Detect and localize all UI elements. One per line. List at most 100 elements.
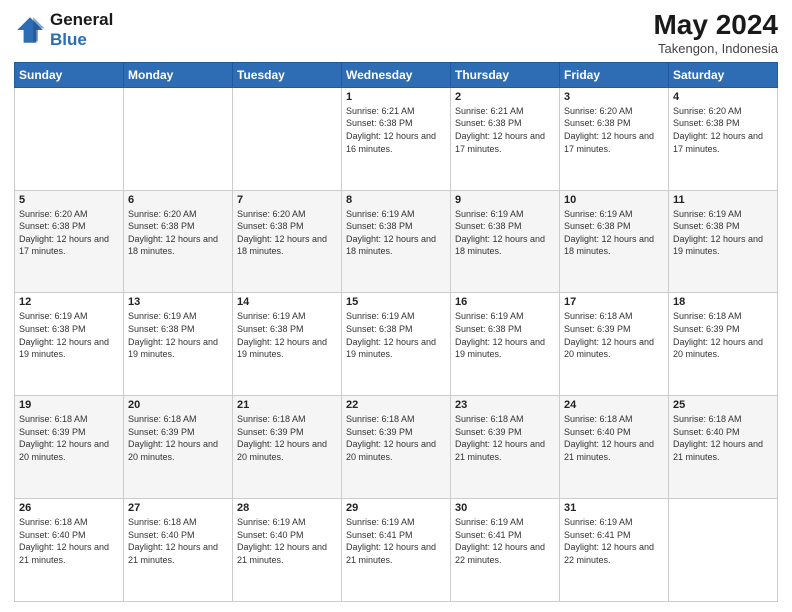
calendar-cell (124, 87, 233, 190)
calendar-week-row: 26 Sunrise: 6:18 AM Sunset: 6:40 PM Dayli… (15, 499, 778, 602)
day-info: Sunrise: 6:19 AM Sunset: 6:41 PM Dayligh… (346, 516, 446, 566)
day-number: 26 (19, 502, 119, 514)
calendar-cell: 13 Sunrise: 6:19 AM Sunset: 6:38 PM Dayli… (124, 293, 233, 396)
day-number: 12 (19, 296, 119, 308)
calendar-cell: 20 Sunrise: 6:18 AM Sunset: 6:39 PM Dayli… (124, 396, 233, 499)
day-number: 24 (564, 399, 664, 411)
col-tuesday: Tuesday (233, 62, 342, 87)
calendar-cell: 16Sunrise: 6:19 AM Sunset: 6:38 PM Dayli… (451, 293, 560, 396)
day-info: Sunrise: 6:19 AM Sunset: 6:41 PM Dayligh… (455, 516, 555, 566)
col-saturday: Saturday (669, 62, 778, 87)
day-info: Sunrise: 6:19 AM Sunset: 6:38 PM Dayligh… (564, 208, 664, 258)
day-info: Sunrise: 6:20 AM Sunset: 6:38 PM Dayligh… (128, 208, 228, 258)
calendar-header-row: Sunday Monday Tuesday Wednesday Thursday… (15, 62, 778, 87)
day-info: Sunrise: 6:19 AM Sunset: 6:40 PM Dayligh… (237, 516, 337, 566)
day-number: 25 (673, 399, 773, 411)
calendar-cell: 6 Sunrise: 6:20 AM Sunset: 6:38 PM Daylig… (124, 190, 233, 293)
page: General Blue May 2024 Takengon, Indonesi… (0, 0, 792, 612)
day-info: Sunrise: 6:18 AM Sunset: 6:39 PM Dayligh… (346, 413, 446, 463)
calendar-cell (669, 499, 778, 602)
calendar-cell: 3 Sunrise: 6:20 AM Sunset: 6:38 PM Daylig… (560, 87, 669, 190)
day-number: 8 (346, 194, 446, 206)
day-info: Sunrise: 6:18 AM Sunset: 6:39 PM Dayligh… (673, 310, 773, 360)
calendar-cell: 19Sunrise: 6:18 AM Sunset: 6:39 PM Dayli… (15, 396, 124, 499)
day-info: Sunrise: 6:18 AM Sunset: 6:39 PM Dayligh… (128, 413, 228, 463)
day-number: 17 (564, 296, 664, 308)
col-thursday: Thursday (451, 62, 560, 87)
day-info: Sunrise: 6:21 AM Sunset: 6:38 PM Dayligh… (346, 105, 446, 155)
calendar-cell: 23Sunrise: 6:18 AM Sunset: 6:39 PM Dayli… (451, 396, 560, 499)
day-info: Sunrise: 6:19 AM Sunset: 6:38 PM Dayligh… (673, 208, 773, 258)
day-number: 19 (19, 399, 119, 411)
calendar-week-row: 12 Sunrise: 6:19 AM Sunset: 6:38 PM Dayli… (15, 293, 778, 396)
calendar-cell: 30 Sunrise: 6:19 AM Sunset: 6:41 PM Dayli… (451, 499, 560, 602)
day-number: 7 (237, 194, 337, 206)
calendar-cell: 17 Sunrise: 6:18 AM Sunset: 6:39 PM Dayli… (560, 293, 669, 396)
day-info: Sunrise: 6:19 AM Sunset: 6:38 PM Dayligh… (455, 208, 555, 258)
day-number: 13 (128, 296, 228, 308)
calendar-week-row: 19 Sunrise: 6:18 AM Sunset: 6:39 PM Dayli… (15, 396, 778, 499)
day-info: Sunrise: 6:20 AM Sunset: 6:38 PM Dayligh… (19, 208, 119, 258)
calendar-cell: 25 Sunrise: 6:18 AM Sunset: 6:40 PM Dayli… (669, 396, 778, 499)
col-wednesday: Wednesday (342, 62, 451, 87)
calendar-cell: 9Sunrise: 6:19 AM Sunset: 6:38 PM Daylig… (451, 190, 560, 293)
day-info: Sunrise: 6:19 AM Sunset: 6:38 PM Dayligh… (346, 310, 446, 360)
day-number: 31 (564, 502, 664, 514)
col-sunday: Sunday (15, 62, 124, 87)
day-info: Sunrise: 6:18 AM Sunset: 6:40 PM Dayligh… (564, 413, 664, 463)
day-number: 10 (564, 194, 664, 206)
day-info: Sunrise: 6:18 AM Sunset: 6:39 PM Dayligh… (564, 310, 664, 360)
day-info: Sunrise: 6:18 AM Sunset: 6:40 PM Dayligh… (673, 413, 773, 463)
day-number: 14 (237, 296, 337, 308)
day-info: Sunrise: 6:18 AM Sunset: 6:40 PM Dayligh… (19, 516, 119, 566)
calendar-cell: 18 Sunrise: 6:18 AM Sunset: 6:39 PM Dayli… (669, 293, 778, 396)
day-number: 28 (237, 502, 337, 514)
month-title: May 2024 (653, 10, 778, 41)
calendar-cell: 31 Sunrise: 6:19 AM Sunset: 6:41 PM Dayli… (560, 499, 669, 602)
calendar-cell (233, 87, 342, 190)
day-number: 11 (673, 194, 773, 206)
day-info: Sunrise: 6:19 AM Sunset: 6:41 PM Dayligh… (564, 516, 664, 566)
calendar-cell: 29Sunrise: 6:19 AM Sunset: 6:41 PM Dayli… (342, 499, 451, 602)
col-friday: Friday (560, 62, 669, 87)
day-info: Sunrise: 6:20 AM Sunset: 6:38 PM Dayligh… (673, 105, 773, 155)
day-number: 22 (346, 399, 446, 411)
day-info: Sunrise: 6:20 AM Sunset: 6:38 PM Dayligh… (237, 208, 337, 258)
calendar-cell: 10 Sunrise: 6:19 AM Sunset: 6:38 PM Dayli… (560, 190, 669, 293)
header-right: May 2024 Takengon, Indonesia (653, 10, 778, 56)
day-number: 15 (346, 296, 446, 308)
day-info: Sunrise: 6:19 AM Sunset: 6:38 PM Dayligh… (237, 310, 337, 360)
calendar-cell: 8 Sunrise: 6:19 AM Sunset: 6:38 PM Daylig… (342, 190, 451, 293)
day-number: 1 (346, 91, 446, 103)
calendar-cell: 24 Sunrise: 6:18 AM Sunset: 6:40 PM Dayli… (560, 396, 669, 499)
day-number: 23 (455, 399, 555, 411)
calendar-cell: 2 Sunrise: 6:21 AM Sunset: 6:38 PM Daylig… (451, 87, 560, 190)
day-number: 3 (564, 91, 664, 103)
location: Takengon, Indonesia (653, 41, 778, 56)
calendar-week-row: 1 Sunrise: 6:21 AM Sunset: 6:38 PM Daylig… (15, 87, 778, 190)
logo: General Blue (14, 10, 113, 49)
day-info: Sunrise: 6:20 AM Sunset: 6:38 PM Dayligh… (564, 105, 664, 155)
day-info: Sunrise: 6:21 AM Sunset: 6:38 PM Dayligh… (455, 105, 555, 155)
day-number: 20 (128, 399, 228, 411)
calendar-cell: 5 Sunrise: 6:20 AM Sunset: 6:38 PM Daylig… (15, 190, 124, 293)
day-number: 2 (455, 91, 555, 103)
day-number: 18 (673, 296, 773, 308)
logo-text: General Blue (50, 10, 113, 49)
day-number: 4 (673, 91, 773, 103)
calendar-cell: 14 Sunrise: 6:19 AM Sunset: 6:38 PM Dayli… (233, 293, 342, 396)
day-info: Sunrise: 6:19 AM Sunset: 6:38 PM Dayligh… (128, 310, 228, 360)
day-number: 6 (128, 194, 228, 206)
day-info: Sunrise: 6:18 AM Sunset: 6:39 PM Dayligh… (237, 413, 337, 463)
calendar-cell: 27Sunrise: 6:18 AM Sunset: 6:40 PM Dayli… (124, 499, 233, 602)
day-info: Sunrise: 6:18 AM Sunset: 6:40 PM Dayligh… (128, 516, 228, 566)
day-number: 16 (455, 296, 555, 308)
calendar-cell: 1 Sunrise: 6:21 AM Sunset: 6:38 PM Daylig… (342, 87, 451, 190)
day-info: Sunrise: 6:19 AM Sunset: 6:38 PM Dayligh… (19, 310, 119, 360)
day-number: 30 (455, 502, 555, 514)
calendar-table: Sunday Monday Tuesday Wednesday Thursday… (14, 62, 778, 602)
day-info: Sunrise: 6:19 AM Sunset: 6:38 PM Dayligh… (346, 208, 446, 258)
calendar-cell: 7 Sunrise: 6:20 AM Sunset: 6:38 PM Daylig… (233, 190, 342, 293)
col-monday: Monday (124, 62, 233, 87)
day-number: 5 (19, 194, 119, 206)
